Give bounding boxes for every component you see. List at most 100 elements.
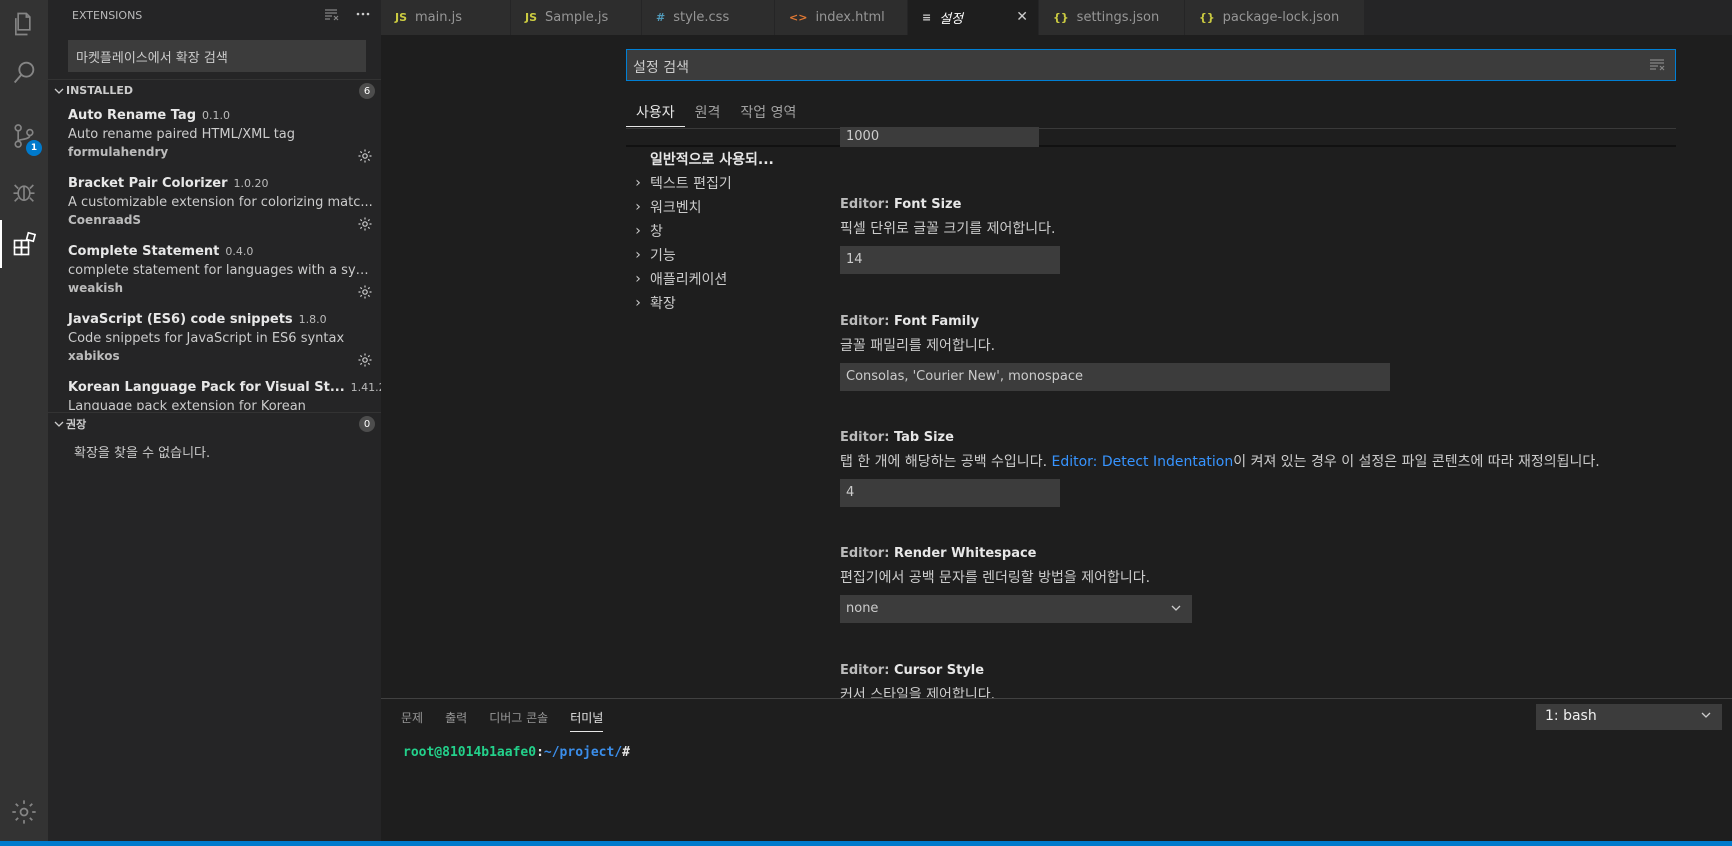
- setting-key: Font Size: [893, 197, 962, 212]
- extension-description: Language pack extension for Korean: [68, 399, 306, 410]
- extension-publisher: weakish: [68, 281, 124, 295]
- tab-problems[interactable]: 문제: [401, 709, 423, 732]
- explorer-icon[interactable]: [0, 0, 48, 48]
- activity-bar: 1: [0, 0, 48, 846]
- search-icon[interactable]: [0, 48, 48, 96]
- prompt-path: ~/project/: [543, 745, 623, 760]
- extension-item[interactable]: Complete Statement 0.4.0 complete stateme…: [48, 240, 381, 308]
- panel-tabs: 문제 출력 디버그 콘솔 터미널: [401, 709, 604, 732]
- close-icon[interactable]: ✕: [1016, 9, 1028, 25]
- toc-commonly-used[interactable]: 일반적으로 사용되...: [626, 147, 816, 171]
- tab-package-lock-json[interactable]: {} package-lock.json: [1185, 0, 1365, 35]
- terminal-output[interactable]: root@81014b1aafe0:~/project/#: [403, 745, 630, 760]
- tab-remote-scope[interactable]: 원격: [685, 97, 731, 127]
- extension-version: 1.0.20: [233, 177, 269, 190]
- no-extensions-message: 확장을 찾을 수 없습니다.: [74, 446, 211, 461]
- setting-key: Cursor Style: [893, 663, 985, 678]
- tab-settings-json[interactable]: {} settings.json: [1039, 0, 1185, 35]
- tab-debug-console[interactable]: 디버그 콘솔: [489, 709, 548, 732]
- setting-category: Editor:: [840, 430, 894, 445]
- manage-gear-icon[interactable]: [0, 788, 48, 836]
- tab-sample-js[interactable]: JS Sample.js: [511, 0, 642, 35]
- settings-file-icon: ≡: [922, 11, 932, 24]
- tab-style-css[interactable]: # style.css: [642, 0, 775, 35]
- manage-gear-icon[interactable]: [357, 284, 373, 300]
- toc-extensions[interactable]: › 확장: [626, 291, 816, 315]
- sidebar-title: EXTENSIONS: [72, 8, 143, 22]
- toc-label: 애플리케이션: [650, 272, 728, 288]
- extension-name: Auto Rename Tag: [68, 108, 197, 123]
- render-whitespace-select[interactable]: none: [840, 595, 1192, 623]
- setting-description: 글꼴 패밀리를 제어합니다.: [840, 338, 996, 354]
- tab-terminal[interactable]: 터미널: [570, 709, 604, 732]
- extension-publisher: xabikos: [68, 349, 120, 363]
- recommended-section-header[interactable]: 권장 0: [48, 412, 381, 434]
- debug-icon[interactable]: [0, 168, 48, 216]
- chevron-right-icon: ›: [635, 223, 641, 239]
- chevron-right-icon: ›: [635, 247, 641, 263]
- toc-workbench[interactable]: › 워크벤치: [626, 195, 816, 219]
- terminal-select-value: 1: bash: [1545, 708, 1597, 724]
- source-control-icon[interactable]: 1: [0, 112, 48, 160]
- tab-label: 설정: [939, 12, 964, 27]
- toc-window[interactable]: › 창: [626, 219, 816, 243]
- partial-setting-value[interactable]: 1000: [840, 127, 1039, 147]
- tab-workspace-scope[interactable]: 작업 영역: [730, 97, 806, 127]
- js-file-icon: JS: [525, 11, 538, 24]
- extension-item[interactable]: JavaScript (ES6) code snippets 1.8.0 Code…: [48, 308, 381, 376]
- clear-extensions-icon[interactable]: [323, 6, 339, 25]
- partial-setting: 1000: [840, 127, 1039, 147]
- more-actions-icon[interactable]: [355, 6, 371, 25]
- setting-font-family: Editor: Font Family 글꼴 패밀리를 제어합니다. Conso…: [840, 314, 1390, 391]
- setting-category: Editor:: [840, 546, 894, 561]
- extension-name: JavaScript (ES6) code snippets: [68, 312, 293, 327]
- extension-version: 0.4.0: [225, 245, 254, 258]
- divider: [626, 128, 1676, 129]
- installed-extension-list: Auto Rename Tag 0.1.0 Auto rename paired …: [48, 104, 381, 410]
- font-size-input[interactable]: 14: [840, 246, 1060, 274]
- setting-category: Editor:: [840, 197, 894, 212]
- font-family-input[interactable]: Consolas, 'Courier New', monospace: [840, 363, 1390, 391]
- tab-index-html[interactable]: <> index.html: [775, 0, 908, 35]
- js-file-icon: JS: [395, 11, 408, 24]
- toc-label: 창: [650, 224, 663, 240]
- tab-output[interactable]: 출력: [445, 709, 467, 732]
- chevron-down-icon: [48, 418, 66, 430]
- tab-user-scope[interactable]: 사용자: [626, 97, 685, 127]
- toc-label: 기능: [650, 248, 676, 264]
- detect-indentation-link[interactable]: Editor: Detect Indentation: [1051, 454, 1233, 470]
- terminal-select[interactable]: 1: bash: [1536, 704, 1722, 730]
- setting-font-size: Editor: Font Size 픽셀 단위로 글꼴 크기를 제어합니다. 1…: [840, 197, 1060, 274]
- toc-text-editor[interactable]: › 텍스트 편집기: [626, 171, 816, 195]
- prompt-user: root@81014b1aafe0: [403, 745, 537, 760]
- extension-item[interactable]: Auto Rename Tag 0.1.0 Auto rename paired …: [48, 104, 381, 172]
- chevron-right-icon: ›: [635, 199, 641, 215]
- tab-settings[interactable]: ≡ 설정 ✕: [908, 0, 1039, 35]
- settings-search-placeholder: 설정 검색: [633, 60, 689, 76]
- manage-gear-icon[interactable]: [357, 148, 373, 164]
- extensions-sidebar: EXTENSIONS 마켓플레이스에서 확장 검색 INSTALLED 6 Au…: [48, 0, 381, 846]
- settings-toc: 일반적으로 사용되... › 텍스트 편집기 › 워크벤치 › 창 › 기능 › 애플리케…: [626, 147, 816, 315]
- extension-item[interactable]: Bracket Pair Colorizer 1.0.20 A customiza…: [48, 172, 381, 240]
- manage-gear-icon[interactable]: [357, 216, 373, 232]
- clear-filter-icon[interactable]: [1649, 58, 1665, 76]
- extension-item[interactable]: Korean Language Pack for Visual St... 1.4…: [48, 376, 381, 410]
- setting-category: Editor:: [840, 314, 894, 329]
- prompt-symbol: #: [622, 745, 630, 760]
- tab-main-js[interactable]: JS main.js: [381, 0, 511, 35]
- manage-gear-icon[interactable]: [357, 352, 373, 368]
- toc-application[interactable]: › 애플리케이션: [626, 267, 816, 291]
- recommended-label: 권장: [66, 417, 87, 431]
- toc-features[interactable]: › 기능: [626, 243, 816, 267]
- status-bar: [0, 841, 1732, 846]
- chevron-right-icon: ›: [635, 175, 641, 191]
- installed-section-header[interactable]: INSTALLED 6: [48, 79, 381, 101]
- chevron-down-icon: [1170, 602, 1182, 618]
- extension-name: Complete Statement: [68, 244, 220, 259]
- chevron-down-icon: [1700, 709, 1712, 725]
- extensions-icon[interactable]: [0, 220, 48, 268]
- tab-label: index.html: [815, 10, 885, 25]
- extensions-search-input[interactable]: 마켓플레이스에서 확장 검색: [68, 40, 366, 72]
- settings-search-input[interactable]: 설정 검색: [626, 49, 1676, 81]
- tab-size-input[interactable]: 4: [840, 479, 1060, 507]
